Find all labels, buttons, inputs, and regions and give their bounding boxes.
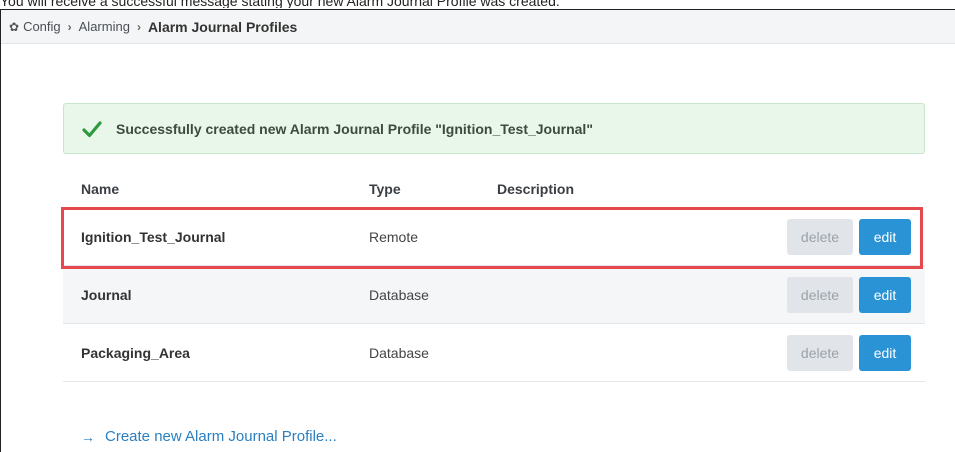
row-actions: delete edit [787, 218, 925, 255]
header-type: Type [369, 181, 401, 197]
edit-button[interactable]: edit [859, 334, 911, 371]
page-frame: ✿ Config › Alarming › Alarm Journal Prof… [0, 9, 955, 452]
arrow-right-icon: → [81, 428, 95, 445]
check-icon [82, 120, 102, 137]
breadcrumb-separator-icon: › [67, 19, 72, 34]
breadcrumb-separator-icon: › [136, 19, 141, 34]
row-actions: delete edit [787, 276, 925, 313]
edit-button[interactable]: edit [859, 276, 911, 313]
breadcrumb-alarming[interactable]: Alarming [79, 19, 130, 34]
edit-button[interactable]: edit [859, 218, 911, 255]
table-row: Ignition_Test_Journal Remote delete edit [63, 208, 925, 266]
breadcrumb-current: Alarm Journal Profiles [147, 18, 298, 35]
breadcrumb-config[interactable]: Config [23, 19, 61, 34]
delete-button[interactable]: delete [787, 276, 853, 313]
breadcrumb: ✿ Config › Alarming › Alarm Journal Prof… [1, 10, 955, 44]
profiles-table: Name Type Description Ignition_Test_Jour… [63, 170, 925, 382]
row-type: Database [369, 344, 429, 361]
create-profile-link[interactable]: → Create new Alarm Journal Profile... [81, 428, 337, 445]
row-type: Remote [369, 228, 419, 245]
create-link-label: Create new Alarm Journal Profile... [105, 428, 337, 445]
delete-button[interactable]: delete [787, 334, 853, 371]
gear-icon: ✿ [9, 19, 20, 34]
header-description: Description [497, 181, 575, 197]
row-name: Ignition_Test_Journal [81, 228, 226, 245]
row-name: Packaging_Area [81, 344, 190, 361]
header-name: Name [81, 181, 120, 197]
intro-text: You will receive a successful message st… [0, 0, 560, 8]
delete-button[interactable]: delete [787, 218, 853, 255]
table-row: Packaging_Area Database delete edit [63, 324, 925, 382]
row-type: Database [369, 286, 429, 303]
success-alert: Successfully created new Alarm Journal P… [63, 103, 925, 154]
table-header: Name Type Description [63, 170, 925, 208]
alert-message: Successfully created new Alarm Journal P… [116, 120, 593, 137]
table-row: Journal Database delete edit [63, 266, 925, 324]
row-name: Journal [81, 286, 132, 303]
row-actions: delete edit [787, 334, 925, 371]
